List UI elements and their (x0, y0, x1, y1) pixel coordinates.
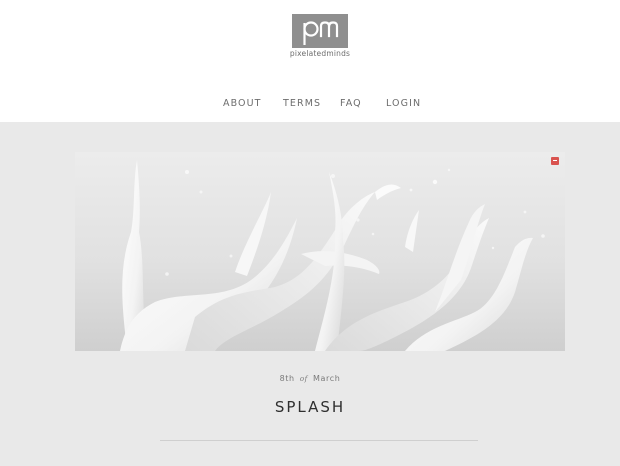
post-date-month: March (313, 374, 341, 383)
splash-image (75, 152, 565, 351)
post-date-of: of (299, 375, 308, 383)
post-featured-image[interactable] (75, 152, 565, 351)
post-title[interactable]: SPLASH (0, 398, 620, 416)
site-logo[interactable]: pixelatedminds (290, 14, 350, 60)
post-date-day: 8th (279, 374, 295, 383)
post-date: 8th of March (0, 374, 620, 383)
post-divider (160, 440, 478, 441)
logo-wordmark: pixelatedminds (289, 49, 351, 58)
main-nav: ABOUT TERMS FAQ LOGIN (0, 98, 620, 112)
pin-badge-icon[interactable] (551, 157, 559, 165)
main-content: 8th of March SPLASH (0, 122, 620, 466)
site-header: pixelatedminds ABOUT TERMS FAQ LOGIN (0, 0, 620, 122)
nav-item-faq[interactable]: FAQ (340, 98, 362, 109)
nav-item-about[interactable]: ABOUT (223, 98, 262, 109)
logo-mark (292, 14, 348, 48)
nav-item-login[interactable]: LOGIN (386, 98, 421, 109)
nav-item-terms[interactable]: TERMS (283, 98, 321, 109)
pm-monogram-icon (303, 21, 339, 45)
